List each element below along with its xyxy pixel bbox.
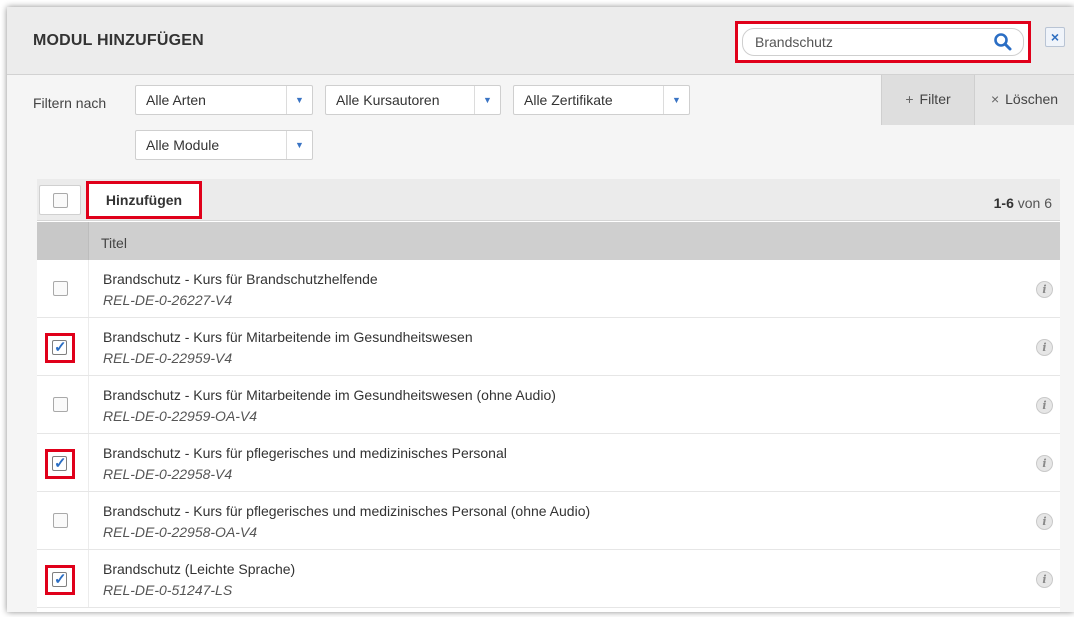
table-header: Titel bbox=[37, 222, 1060, 260]
table-body: Brandschutz - Kurs für Brandschutzhelfen… bbox=[37, 260, 1060, 608]
chevron-down-icon: ▼ bbox=[286, 131, 312, 159]
row-checkbox[interactable]: ✓ bbox=[52, 455, 67, 472]
filter-button[interactable]: + Filter bbox=[881, 75, 975, 125]
row-title: Brandschutz - Kurs für pflegerisches und… bbox=[103, 445, 507, 461]
column-title[interactable]: Titel bbox=[101, 235, 127, 251]
row-code: REL-DE-0-51247-LS bbox=[103, 582, 233, 598]
table-row[interactable]: Brandschutz - Kurs für pflegerisches und… bbox=[37, 492, 1060, 550]
author-select[interactable]: Alle Kursautoren ▼ bbox=[325, 85, 501, 115]
plus-icon: + bbox=[905, 91, 914, 107]
checkbox-highlight: ✓ bbox=[45, 565, 75, 595]
checkmark-icon: ✓ bbox=[54, 339, 67, 356]
row-title: Brandschutz (Leichte Sprache) bbox=[103, 561, 296, 577]
row-title: Brandschutz - Kurs für Brandschutzhelfen… bbox=[103, 271, 378, 287]
dialog-header: MODUL HINZUFÜGEN × bbox=[7, 7, 1074, 75]
checkmark-icon: ✓ bbox=[54, 455, 67, 472]
row-checkbox[interactable]: ✓ bbox=[52, 571, 67, 588]
checkbox-highlight: ✓ bbox=[45, 449, 75, 479]
dialog-title: MODUL HINZUFÜGEN bbox=[33, 32, 204, 49]
select-all-checkbox[interactable] bbox=[53, 193, 68, 208]
filter-label: Filtern nach bbox=[33, 95, 107, 111]
type-select[interactable]: Alle Arten ▼ bbox=[135, 85, 313, 115]
row-code: REL-DE-0-22958-OA-V4 bbox=[103, 524, 258, 540]
row-code: REL-DE-0-22958-V4 bbox=[103, 466, 233, 482]
info-icon[interactable]: i bbox=[1036, 455, 1053, 472]
certificate-select[interactable]: Alle Zertifikate ▼ bbox=[513, 85, 690, 115]
table-row[interactable]: Brandschutz - Kurs für Brandschutzhelfen… bbox=[37, 260, 1060, 318]
certificate-select-value: Alle Zertifikate bbox=[524, 92, 613, 108]
close-icon: × bbox=[1050, 29, 1060, 45]
close-button[interactable]: × bbox=[1045, 27, 1065, 47]
chevron-down-icon: ▼ bbox=[474, 86, 500, 114]
chevron-down-icon: ▼ bbox=[663, 86, 689, 114]
module-list: Hinzufügen 1-6 von 6 Titel Brandschutz -… bbox=[37, 179, 1060, 612]
select-all-wrap bbox=[39, 185, 81, 215]
table-row[interactable]: ✓ Brandschutz (Leichte Sprache) REL-DE-0… bbox=[37, 550, 1060, 608]
clear-button[interactable]: × Löschen bbox=[975, 75, 1074, 125]
clear-icon: × bbox=[990, 91, 1000, 107]
chevron-down-icon: ▼ bbox=[286, 86, 312, 114]
row-code: REL-DE-0-26227-V4 bbox=[103, 292, 233, 308]
row-checkbox[interactable] bbox=[53, 397, 68, 412]
info-icon[interactable]: i bbox=[1036, 397, 1053, 414]
row-checkbox[interactable] bbox=[53, 281, 68, 296]
info-icon[interactable]: i bbox=[1036, 513, 1053, 530]
search-input[interactable] bbox=[742, 28, 1024, 56]
add-button[interactable]: Hinzufügen bbox=[86, 181, 202, 219]
info-icon[interactable]: i bbox=[1036, 339, 1053, 356]
add-button-label: Hinzufügen bbox=[105, 192, 183, 208]
row-title: Brandschutz - Kurs für Mitarbeitende im … bbox=[103, 387, 556, 403]
table-row[interactable]: ✓ Brandschutz - Kurs für pflegerisches u… bbox=[37, 434, 1060, 492]
result-range: 1-6 bbox=[993, 195, 1014, 211]
list-toolbar: Hinzufügen 1-6 von 6 bbox=[37, 179, 1060, 221]
checkmark-icon: ✓ bbox=[54, 571, 67, 588]
search-highlight bbox=[735, 21, 1031, 63]
header-check-column bbox=[37, 222, 89, 260]
table-row[interactable]: Brandschutz - Kurs für Mitarbeitende im … bbox=[37, 376, 1060, 434]
clear-button-label: Löschen bbox=[1005, 91, 1059, 107]
row-checkbox[interactable]: ✓ bbox=[52, 339, 67, 356]
row-title: Brandschutz - Kurs für Mitarbeitende im … bbox=[103, 329, 473, 345]
author-select-value: Alle Kursautoren bbox=[336, 92, 440, 108]
module-select-value: Alle Module bbox=[146, 137, 220, 153]
checkbox-highlight: ✓ bbox=[45, 333, 75, 363]
row-code: REL-DE-0-22959-OA-V4 bbox=[103, 408, 258, 424]
info-icon[interactable]: i bbox=[1036, 571, 1053, 588]
row-checkbox[interactable] bbox=[53, 513, 68, 528]
search-icon[interactable] bbox=[993, 32, 1013, 52]
row-title: Brandschutz - Kurs für pflegerisches und… bbox=[103, 503, 591, 519]
result-total: von 6 bbox=[1013, 195, 1052, 211]
add-module-dialog: MODUL HINZUFÜGEN × Filtern nach Alle Art… bbox=[7, 7, 1074, 612]
filter-bar: Filtern nach Alle Arten ▼ Alle Kursautor… bbox=[7, 75, 1074, 175]
module-select[interactable]: Alle Module ▼ bbox=[135, 130, 313, 160]
info-icon[interactable]: i bbox=[1036, 281, 1053, 298]
filter-button-label: Filter bbox=[919, 91, 951, 107]
table-row[interactable]: ✓ Brandschutz - Kurs für Mitarbeitende i… bbox=[37, 318, 1060, 376]
type-select-value: Alle Arten bbox=[146, 92, 206, 108]
row-code: REL-DE-0-22959-V4 bbox=[103, 350, 233, 366]
result-count: 1-6 von 6 bbox=[994, 195, 1052, 211]
